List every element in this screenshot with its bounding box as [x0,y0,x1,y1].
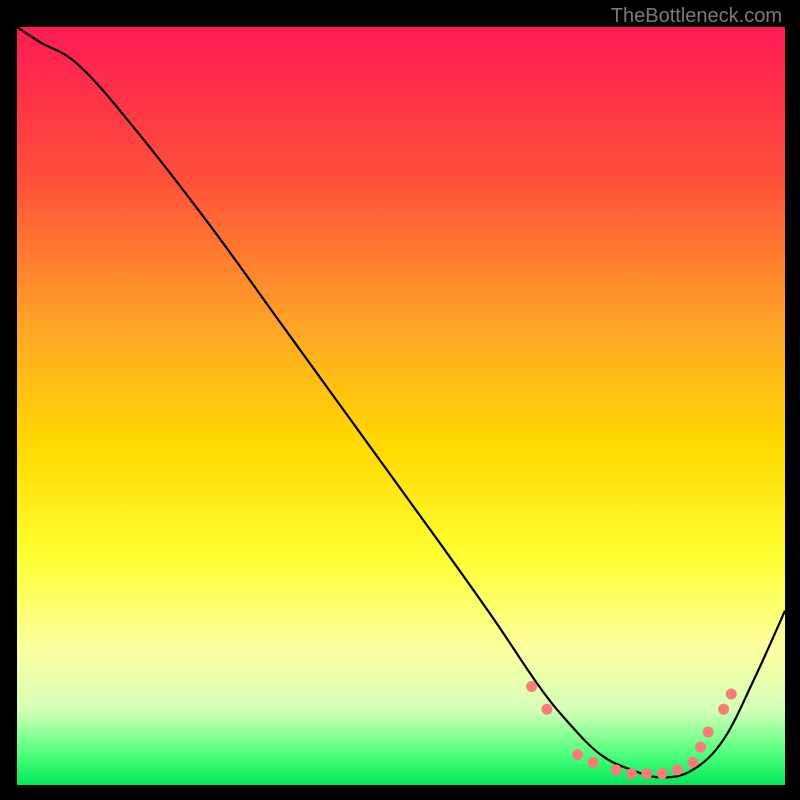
curve-layer [17,27,785,785]
highlight-markers [526,681,737,779]
bottleneck-curve [17,27,785,777]
watermark-text: TheBottleneck.com [611,5,782,28]
marker-dot [572,749,583,760]
marker-dot [657,768,668,779]
marker-dot [526,681,537,692]
plot-area [17,27,785,785]
marker-dot [626,768,637,779]
marker-dot [641,768,652,779]
marker-dot [672,764,683,775]
marker-dot [541,704,552,715]
marker-dot [687,757,698,768]
marker-dot [611,764,622,775]
marker-dot [718,704,729,715]
marker-dot [588,757,599,768]
marker-dot [726,689,737,700]
marker-dot [703,726,714,737]
marker-dot [695,742,706,753]
